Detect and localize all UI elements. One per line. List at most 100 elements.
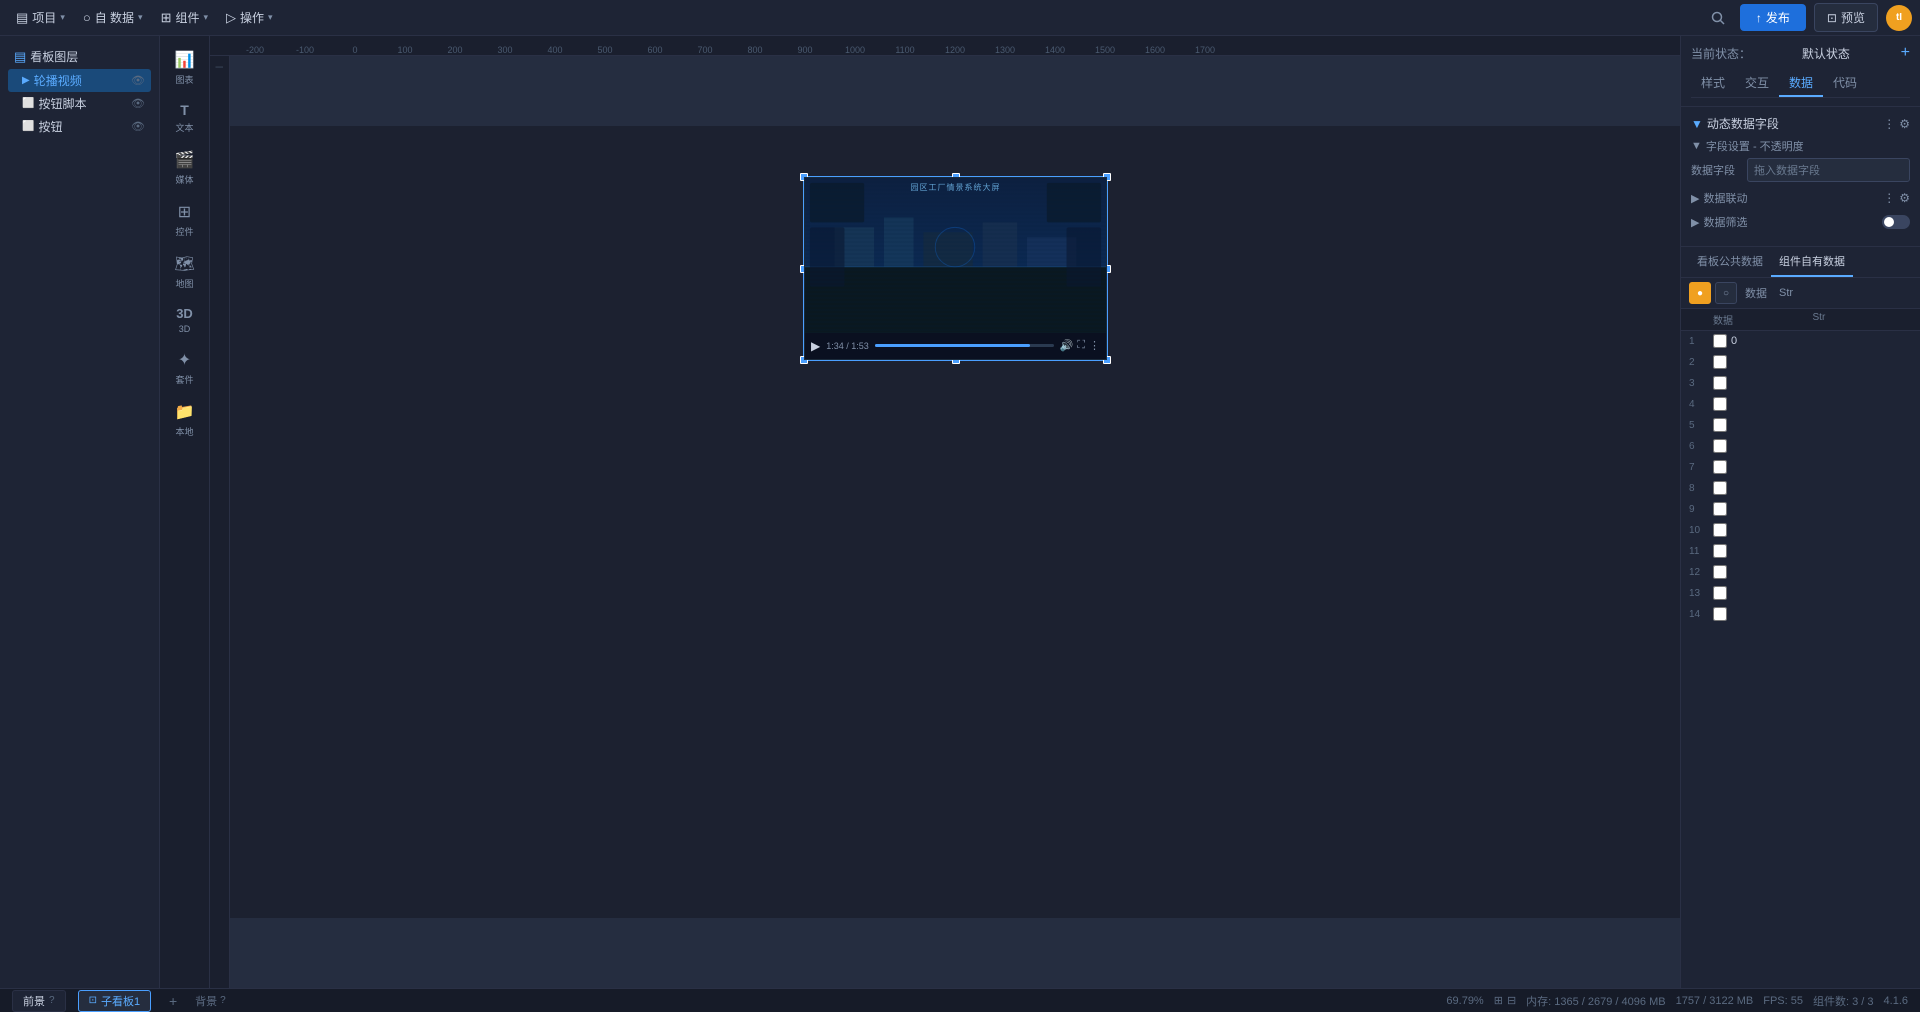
dynamic-fields-settings[interactable]: ⚙ (1899, 117, 1910, 131)
row-checkbox-4[interactable] (1713, 397, 1727, 411)
grid-view-icon[interactable]: ⊞ (1494, 994, 1503, 1007)
row-checkbox-9[interactable] (1713, 502, 1727, 516)
row-checkbox-8[interactable] (1713, 481, 1727, 495)
component-data-tab[interactable]: 组件自有数据 (1771, 247, 1853, 277)
eye-icon-script[interactable]: 👁 (131, 97, 145, 110)
resolution-info: 1757 / 3122 MB (1676, 995, 1754, 1007)
menu-data-label: 自 数据 (95, 9, 134, 26)
filter-header[interactable]: ▶ 数据筛选 (1691, 214, 1910, 230)
more-icon[interactable]: ⋮ (1089, 339, 1100, 352)
row-checkbox-7[interactable] (1713, 460, 1727, 474)
tab-data[interactable]: 数据 (1779, 70, 1823, 97)
menu-component[interactable]: ⊞ 组件 ▾ (153, 5, 216, 30)
row-num-13: 13 (1689, 588, 1713, 599)
left-layer-panel: ▤ 看板图层 ▶ 轮播视频 👁 ⬜ 按钮脚本 👁 ⬜ 按钮 👁 (0, 36, 160, 988)
ruler-tick-9: 700 (680, 45, 730, 55)
linkage-settings[interactable]: ⚙ (1899, 191, 1910, 205)
active-tab-label: 子看板1 (101, 993, 140, 1009)
list-view-icon[interactable]: ⊟ (1507, 994, 1516, 1007)
layer-item-video[interactable]: ▶ 轮播视频 👁 (8, 69, 151, 92)
data-row-5[interactable]: 5 (1681, 415, 1920, 436)
tab-style[interactable]: 样式 (1691, 70, 1735, 97)
data-icon-yellow[interactable]: ● (1689, 282, 1711, 304)
data-row-12[interactable]: 12 (1681, 562, 1920, 583)
video-component[interactable]: 园区工厂情景系统大屏 (803, 176, 1108, 361)
comp-control[interactable]: ⊞ 控件 (163, 196, 207, 244)
statusbar-right: 69.79% ⊞ ⊟ 内存: 1365 / 2679 / 4096 MB 175… (1446, 993, 1908, 1009)
row-checkbox-3[interactable] (1713, 376, 1727, 390)
menu-project[interactable]: ▤ 项目 ▾ (8, 5, 73, 30)
data-row-9[interactable]: 9 (1681, 499, 1920, 520)
canvas-gray-band-top (230, 56, 1680, 126)
linkage-header[interactable]: ▶ 数据联动 ⋮ ⚙ (1691, 190, 1910, 206)
row-checkbox-2[interactable] (1713, 355, 1727, 369)
data-row-14[interactable]: 14 (1681, 604, 1920, 625)
data-linkage-subsection: ▶ 数据联动 ⋮ ⚙ (1691, 190, 1910, 206)
fullscreen-icon[interactable]: ⛶ (1077, 339, 1085, 352)
ruler-tick-1: -100 (280, 45, 330, 55)
state-add-button[interactable]: + (1901, 44, 1910, 62)
video-screen: 园区工厂情景系统大屏 (805, 178, 1106, 333)
opacity-header[interactable]: ▼ 字段设置 - 不透明度 (1691, 138, 1910, 154)
row-checkbox-11[interactable] (1713, 544, 1727, 558)
preview-button[interactable]: ⊡ 预览 (1814, 3, 1878, 32)
data-row-6[interactable]: 6 (1681, 436, 1920, 457)
eye-icon-button[interactable]: 👁 (131, 120, 145, 133)
layer-folder-header[interactable]: ▤ 看板图层 (8, 44, 151, 69)
public-data-tab[interactable]: 看板公共数据 (1689, 247, 1771, 277)
user-avatar[interactable]: tI (1886, 5, 1912, 31)
row-checkbox-13[interactable] (1713, 586, 1727, 600)
comp-media[interactable]: 🎬 媒体 (163, 144, 207, 192)
row-checkbox-6[interactable] (1713, 439, 1727, 453)
data-row-1[interactable]: 1 0 (1681, 331, 1920, 352)
data-row-8[interactable]: 8 (1681, 478, 1920, 499)
row-checkbox-1[interactable] (1713, 334, 1727, 348)
video-progress[interactable] (875, 344, 1054, 347)
comp-map[interactable]: 🗺 地图 (163, 248, 207, 296)
tab-interact[interactable]: 交互 (1735, 70, 1779, 97)
comp-chart[interactable]: 📊 图表 (163, 44, 207, 92)
tab-code[interactable]: 代码 (1823, 70, 1867, 97)
main-canvas[interactable]: 园区工厂情景系统大屏 (230, 56, 1680, 988)
row-checkbox-12[interactable] (1713, 565, 1727, 579)
topbar-right: ↑ 发布 ⊡ 预览 tI (1704, 3, 1912, 32)
publish-button[interactable]: ↑ 发布 (1740, 4, 1806, 31)
comp-local[interactable]: 📁 本地 (163, 396, 207, 444)
data-icon-blue[interactable]: ○ (1715, 282, 1737, 304)
comp-3d[interactable]: 3D 3D (163, 300, 207, 340)
comp-text[interactable]: T 文本 (163, 96, 207, 140)
data-row-7[interactable]: 7 (1681, 457, 1920, 478)
active-canvas-tab[interactable]: ⊡ 子看板1 (78, 990, 152, 1012)
play-button[interactable]: ▶ (811, 339, 820, 353)
menu-operate[interactable]: ▷ 操作 ▾ (218, 5, 281, 30)
data-row-3[interactable]: 3 (1681, 373, 1920, 394)
text-label: 文本 (175, 121, 193, 134)
video-layer-label: 轮播视频 (34, 72, 82, 89)
mute-icon[interactable]: 🔊 (1060, 339, 1074, 352)
filter-toggle[interactable] (1882, 215, 1910, 229)
search-button[interactable] (1704, 4, 1732, 32)
linkage-more[interactable]: ⋮ (1883, 191, 1895, 205)
data-field-input[interactable]: 拖入数据字段 (1747, 158, 1910, 182)
row-checkbox-14[interactable] (1713, 607, 1727, 621)
eye-icon-video[interactable]: 👁 (131, 74, 145, 87)
kit-label: 套件 (175, 373, 193, 386)
dynamic-fields-more[interactable]: ⋮ (1883, 117, 1895, 131)
layer-item-button[interactable]: ⬜ 按钮 👁 (8, 115, 151, 138)
row-checkbox-10[interactable] (1713, 523, 1727, 537)
data-row-2[interactable]: 2 (1681, 352, 1920, 373)
menu-data[interactable]: ○ 自 数据 ▾ (75, 5, 151, 30)
add-tab-button[interactable]: + (163, 991, 183, 1011)
data-row-13[interactable]: 13 (1681, 583, 1920, 604)
ruler-tick-18: 1600 (1130, 45, 1180, 55)
layer-item-script[interactable]: ⬜ 按钮脚本 👁 (8, 92, 151, 115)
foreground-tab[interactable]: 前景 ? (12, 990, 66, 1012)
fps-info: FPS: 55 (1763, 995, 1803, 1007)
row-checkbox-5[interactable] (1713, 418, 1727, 432)
background-tab[interactable]: 背景 ? (195, 993, 226, 1009)
ruler-tick-14: 1200 (930, 45, 980, 55)
data-row-10[interactable]: 10 (1681, 520, 1920, 541)
data-row-4[interactable]: 4 (1681, 394, 1920, 415)
comp-kit[interactable]: ✦ 套件 (163, 344, 207, 392)
data-row-11[interactable]: 11 (1681, 541, 1920, 562)
